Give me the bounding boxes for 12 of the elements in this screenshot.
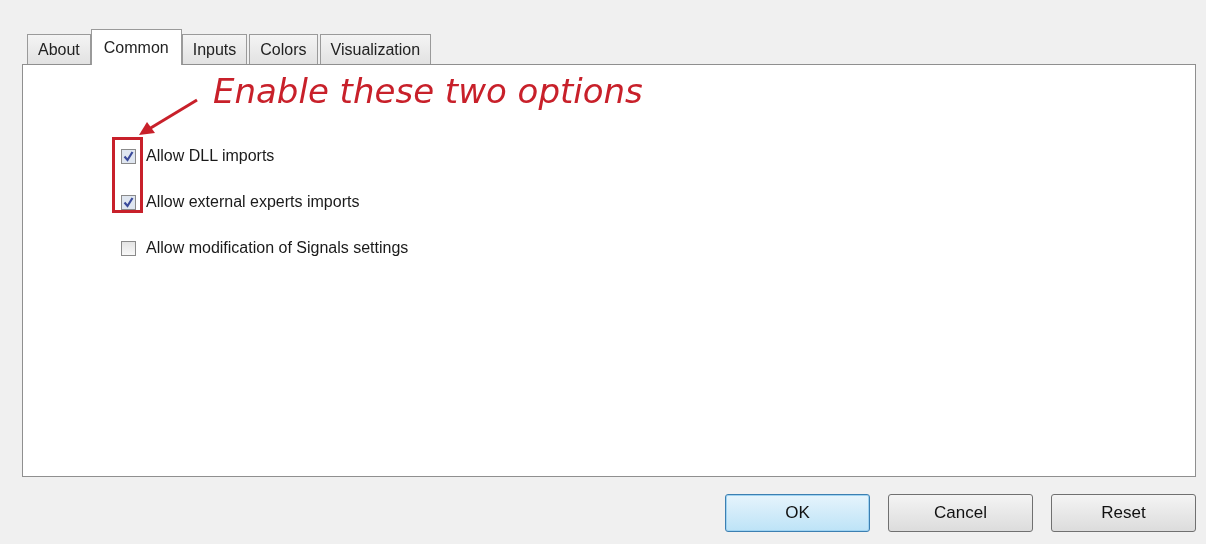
dialog-button[interactable]: OK [725, 494, 870, 532]
dialog-button[interactable]: Reset [1051, 494, 1196, 532]
checkbox-label: Allow modification of Signals settings [146, 239, 409, 257]
tab[interactable]: About [27, 34, 91, 64]
dialog-button[interactable]: Cancel [888, 494, 1033, 532]
checkbox-label: Allow DLL imports [146, 147, 275, 165]
tab[interactable]: Common [90, 29, 182, 65]
checkbox-label: Allow external experts imports [146, 193, 360, 211]
annotation-text: Enable these two options [213, 71, 643, 111]
tab[interactable]: Colors [249, 34, 318, 64]
tab[interactable]: Inputs [181, 34, 248, 64]
tab[interactable]: Visualization [319, 34, 432, 64]
